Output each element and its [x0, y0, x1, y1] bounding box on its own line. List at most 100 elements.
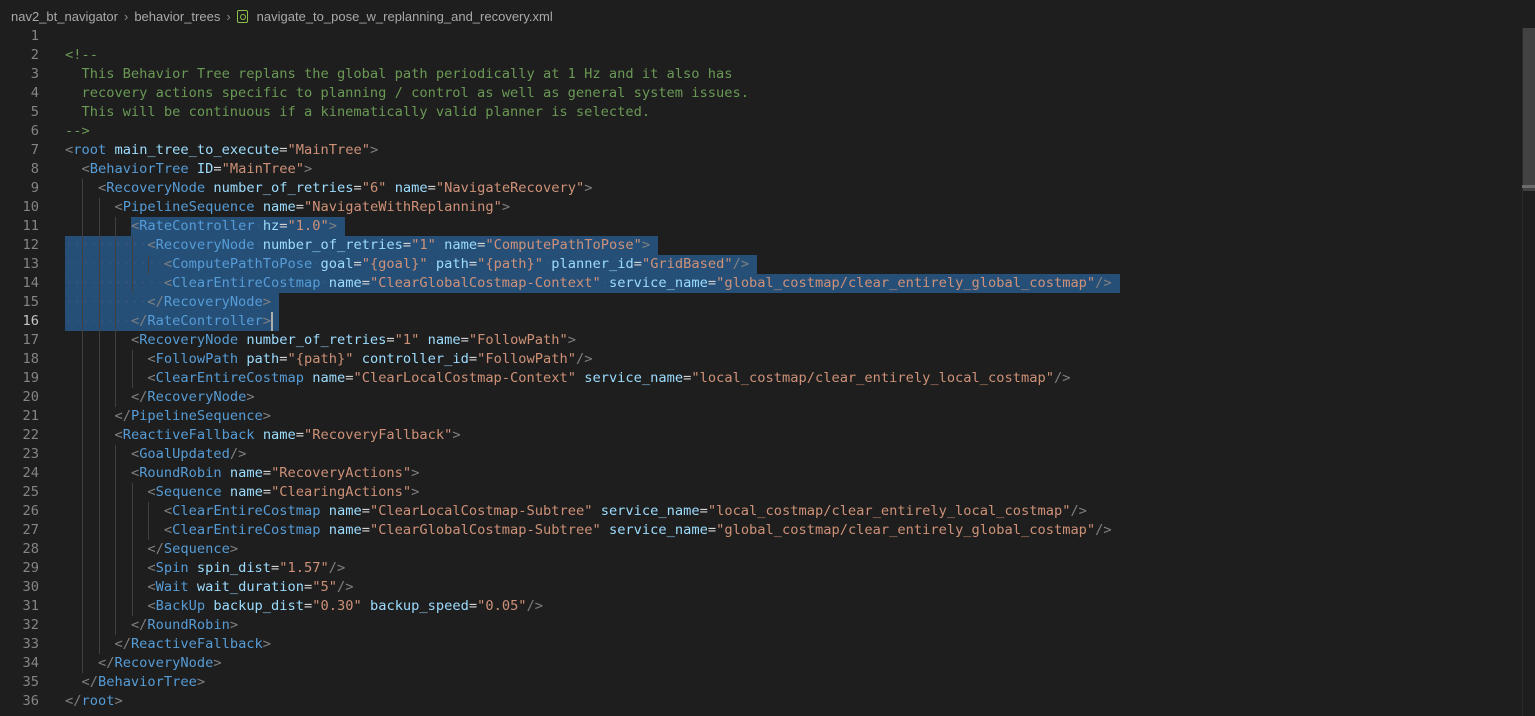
- code-line[interactable]: 15 ··········</RecoveryNode>: [0, 293, 1522, 312]
- token-ws: ·: [435, 237, 445, 253]
- code-line[interactable]: 6 -->: [0, 122, 1522, 141]
- token-plain: =: [361, 275, 370, 291]
- line-number: 8: [30, 161, 39, 177]
- token-punct: <: [163, 503, 173, 519]
- line-number: 18: [22, 351, 39, 367]
- token-punct: />: [732, 256, 750, 272]
- code-line[interactable]: 2 <!--: [0, 46, 1522, 65]
- code-line[interactable]: 12 ··········<RecoveryNode·number_of_retr…: [0, 236, 1522, 255]
- line-number: 24: [22, 465, 39, 481]
- token-tag: BehaviorTree: [89, 161, 189, 177]
- token-plain: =: [361, 522, 370, 538]
- token-str: "1.57": [279, 560, 329, 576]
- token-tag: root: [81, 693, 115, 709]
- code-line[interactable]: 14 ············<ClearEntireCostmap·name="…: [0, 274, 1522, 293]
- token-punct: >: [411, 465, 420, 481]
- code-line[interactable]: 17 <RecoveryNode number_of_retries="1" n…: [0, 331, 1522, 350]
- code-line[interactable]: 35 </BehaviorTree>: [0, 673, 1522, 692]
- token-punct: <: [97, 180, 107, 196]
- line-number: 2: [30, 47, 39, 63]
- token-attr: number_of_retries: [262, 237, 403, 253]
- token-attr: backup_dist: [213, 598, 305, 614]
- code-line[interactable]: 3 This Behavior Tree replans the global …: [0, 65, 1522, 84]
- code-text: <RoundRobin name="RecoveryActions">: [65, 464, 419, 483]
- code-text: ········</RateController>: [65, 312, 271, 331]
- token-tag: ReactiveFallback: [122, 427, 255, 443]
- code-line[interactable]: 25 <Sequence name="ClearingActions">: [0, 483, 1522, 502]
- token-str: "global_costmap/clear_entirely_global_co…: [716, 275, 1096, 291]
- breadcrumb-folder-behavior-trees[interactable]: behavior_trees: [134, 9, 220, 24]
- code-text: <Wait wait_duration="5"/>: [65, 578, 353, 597]
- code-line[interactable]: 29 <Spin spin_dist="1.57"/>: [0, 559, 1522, 578]
- code-text: This will be continuous if a kinematical…: [65, 103, 650, 122]
- line-number: 9: [30, 180, 39, 196]
- code-line[interactable]: 33 </ReactiveFallback>: [0, 635, 1522, 654]
- code-line[interactable]: 5 This will be continuous if a kinematic…: [0, 103, 1522, 122]
- token-punct: </: [130, 617, 148, 633]
- token-punct: </: [114, 636, 131, 652]
- token-attr: spin_dist: [196, 560, 272, 576]
- code-line[interactable]: 21 </PipelineSequence>: [0, 407, 1522, 426]
- breadcrumb-file[interactable]: navigate_to_pose_w_replanning_and_recove…: [257, 9, 553, 24]
- code-line[interactable]: 8 <BehaviorTree ID="MainTree">: [0, 160, 1522, 179]
- code-line[interactable]: 19 <ClearEntireCostmap name="ClearLocalC…: [0, 369, 1522, 388]
- code-line[interactable]: 31 <BackUp backup_dist = "0.30" backup_spe…: [0, 597, 1522, 616]
- line-number: 19: [22, 370, 39, 386]
- code-line[interactable]: 28 </Sequence>: [0, 540, 1522, 559]
- token-plain: =: [361, 503, 370, 519]
- line-number: 27: [22, 522, 39, 538]
- code-line[interactable]: 9 <RecoveryNode number_of_retries="6" na…: [0, 179, 1522, 198]
- code-line[interactable]: 13 ············<ComputePathToPose·goal="{…: [0, 255, 1522, 274]
- line-number: 11: [22, 218, 39, 234]
- token-punct: <: [163, 275, 173, 291]
- line-number: 16: [22, 313, 39, 329]
- line-number: 21: [22, 408, 39, 424]
- token-attr: name: [328, 275, 362, 291]
- code-text: </PipelineSequence>: [65, 407, 271, 426]
- token-str: "local_costmap/clear_entirely_local_cost…: [691, 370, 1054, 386]
- token-plain: =: [699, 503, 708, 519]
- token-attr: name: [328, 522, 362, 538]
- code-editor[interactable]: 1 2 <!-- 3 This Behavior Tree replans the g…: [0, 27, 1522, 716]
- token-ws: ············: [65, 256, 164, 272]
- line-number: 1: [30, 28, 39, 44]
- code-line[interactable]: 24 <RoundRobin name="RecoveryActions">: [0, 464, 1522, 483]
- code-line[interactable]: 23 <GoalUpdated/>: [0, 445, 1522, 464]
- code-line[interactable]: 26 <ClearEntireCostmap name="ClearLocalC…: [0, 502, 1522, 521]
- code-text: <GoalUpdated/>: [65, 445, 246, 464]
- code-line[interactable]: 30 <Wait wait_duration="5"/>: [0, 578, 1522, 597]
- code-line[interactable]: 27 <ClearEntireCostmap name="ClearGlobal…: [0, 521, 1522, 540]
- token-punct: >: [196, 674, 206, 690]
- breadcrumb-folder-nav2-bt-navigator[interactable]: nav2_bt_navigator: [11, 9, 118, 24]
- code-line[interactable]: 34 </RecoveryNode>: [0, 654, 1522, 673]
- token-str: "1.0": [287, 218, 329, 234]
- token-punct: >: [262, 313, 272, 329]
- token-punct: <: [130, 465, 140, 481]
- code-line[interactable]: 11 <RateController·hz="1.0">: [0, 217, 1522, 236]
- token-plain: =: [353, 256, 362, 272]
- code-line[interactable]: 16 ········</RateController>: [0, 312, 1522, 331]
- code-line[interactable]: 18 <FollowPath path="{path}" controller_…: [0, 350, 1522, 369]
- line-number: 30: [22, 579, 39, 595]
- line-number: 23: [22, 446, 39, 462]
- token-plain: =: [468, 351, 478, 367]
- code-line[interactable]: 7 <root main_tree_to_execute="MainTree">: [0, 141, 1522, 160]
- token-plain: =: [279, 142, 288, 158]
- code-line[interactable]: 20 </RecoveryNode>: [0, 388, 1522, 407]
- token-punct: </: [81, 674, 98, 690]
- code-line[interactable]: 10 <PipelineSequence name="NavigateWithR…: [0, 198, 1522, 217]
- code-line[interactable]: 32 </RoundRobin>: [0, 616, 1522, 635]
- code-text: <Sequence name="ClearingActions">: [65, 483, 419, 502]
- code-text: <ClearEntireCostmap name="ClearLocalCost…: [65, 369, 1070, 388]
- code-text: <PipelineSequence name="NavigateWithRepl…: [65, 198, 510, 217]
- scrollbar-thumb[interactable]: [1523, 28, 1535, 191]
- code-line[interactable]: 22 <ReactiveFallback name="RecoveryFallb…: [0, 426, 1522, 445]
- code-line[interactable]: 4 recovery actions specific to planning …: [0, 84, 1522, 103]
- code-line[interactable]: 36 </root>: [0, 692, 1522, 711]
- code-line[interactable]: 1: [0, 27, 1522, 46]
- line-number: 28: [22, 541, 39, 557]
